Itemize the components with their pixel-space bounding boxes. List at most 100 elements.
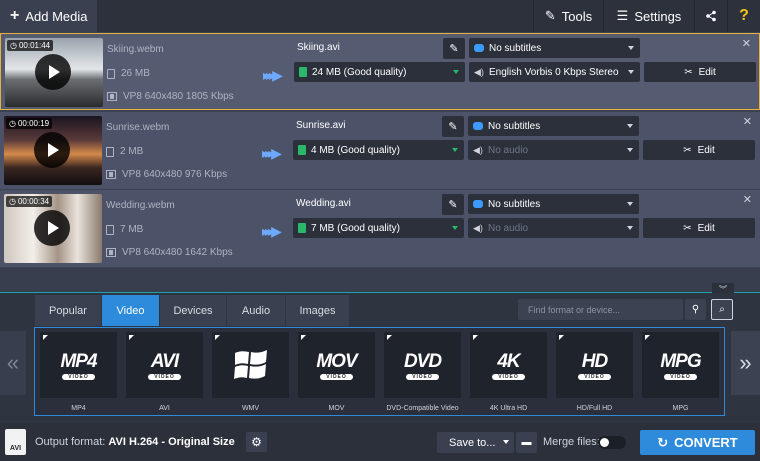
chevron-down-icon — [452, 226, 458, 230]
audio-dropdown[interactable]: ◀) English Vorbis 0 Kbps Stereo — [469, 62, 640, 82]
convert-button[interactable]: ↻ CONVERT — [640, 430, 755, 455]
file-icon — [298, 145, 306, 155]
clock-icon: ◷ — [9, 197, 16, 206]
search-icon[interactable]: ⚲ — [685, 299, 706, 320]
scroll-left-button[interactable]: « — [0, 331, 26, 395]
format-avi[interactable]: AVI VIDEO AVI — [126, 332, 203, 416]
output-filename[interactable]: Wedding.avi — [296, 198, 351, 209]
file-row-sunrise[interactable]: ◷ 00:00:19 Sunrise.webm 2 MB VP8 640x480 … — [0, 112, 760, 189]
rename-pencil-icon[interactable]: ✎ — [443, 38, 465, 59]
tab-video[interactable]: Video — [102, 295, 160, 326]
video-codec-icon — [106, 248, 116, 257]
chevron-down-icon — [452, 148, 458, 152]
output-filename[interactable]: Skiing.avi — [297, 42, 340, 53]
format-dvd[interactable]: DVD VIDEO DVD-Compatible Video — [384, 332, 461, 416]
tab-popular[interactable]: Popular — [35, 295, 102, 326]
merge-files-toggle[interactable] — [598, 436, 626, 449]
settings-label: Settings — [634, 8, 682, 24]
play-icon[interactable] — [35, 54, 71, 90]
mov-logo: MOV — [316, 350, 357, 372]
format-settings-button[interactable]: ⚙ — [246, 432, 267, 452]
format-search-input[interactable]: Find format or device... — [518, 299, 683, 320]
4k-logo: 4K — [497, 350, 520, 372]
rename-pencil-icon[interactable]: ✎ — [442, 194, 464, 215]
format-grid: MP4 VIDEO MP4 AVI VIDEO AVI WMV MOV VIDEO M… — [34, 327, 725, 416]
edit-button[interactable]: ✂ Edit — [644, 62, 756, 82]
play-icon[interactable] — [34, 210, 70, 246]
file-icon — [106, 224, 114, 235]
format-wmv[interactable]: WMV — [212, 332, 289, 416]
source-filename: Wedding.webm — [106, 200, 175, 211]
dvd-logo: DVD — [403, 350, 442, 372]
close-icon[interactable]: ✕ — [742, 37, 751, 50]
quality-dropdown[interactable]: 24 MB (Good quality) — [294, 62, 465, 82]
duration-badge: ◷ 00:00:34 — [6, 196, 53, 207]
quality-dropdown[interactable]: 7 MB (Good quality) — [293, 218, 464, 238]
format-mp4[interactable]: MP4 VIDEO MP4 — [40, 332, 117, 416]
close-icon[interactable]: ✕ — [743, 115, 752, 128]
format-mpg[interactable]: MPG VIDEO MPG — [642, 332, 719, 416]
output-format-value: AVI H.264 - Original Size — [108, 436, 235, 448]
convert-arrow-icon: ▸▸▸▶ — [263, 67, 283, 83]
file-icon — [299, 67, 307, 77]
subtitles-dropdown[interactable]: No subtitles — [468, 194, 639, 214]
speaker-icon: ◀) — [474, 67, 484, 77]
open-folder-button[interactable]: ▬ — [516, 432, 537, 453]
scroll-right-button[interactable]: » — [731, 331, 760, 395]
tab-images[interactable]: Images — [286, 295, 350, 326]
file-list-empty-area — [0, 268, 760, 293]
detect-device-icon[interactable]: ⌕ — [711, 299, 733, 320]
tools-button[interactable]: ✎ Tools — [533, 0, 603, 32]
source-size: 7 MB — [106, 224, 143, 235]
clock-icon: ◷ — [10, 41, 17, 50]
file-icon — [106, 146, 114, 157]
subtitles-icon — [473, 200, 483, 208]
chevron-down-icon — [628, 70, 634, 74]
format-label: DVD-Compatible Video — [386, 405, 459, 412]
format-4k[interactable]: 4K VIDEO 4K Ultra HD — [470, 332, 547, 416]
folder-icon: ▬ — [521, 437, 532, 448]
add-media-button[interactable]: + Add Media — [0, 0, 97, 32]
video-thumbnail[interactable]: ◷ 00:01:44 — [5, 38, 103, 107]
format-hd[interactable]: HD VIDEO HD/Full HD — [556, 332, 633, 416]
subtitles-dropdown[interactable]: No subtitles — [469, 38, 640, 58]
format-label: AVI — [159, 405, 170, 412]
chevron-down-icon — [627, 148, 633, 152]
share-button[interactable] — [694, 0, 727, 32]
source-size: 2 MB — [106, 146, 143, 157]
scissors-icon: ✂ — [683, 222, 692, 234]
help-button[interactable]: ? — [727, 0, 760, 32]
subtitles-icon — [473, 122, 483, 130]
settings-button[interactable]: ☰ Settings — [603, 0, 694, 32]
play-icon[interactable] — [34, 132, 70, 168]
edit-button[interactable]: ✂ Edit — [643, 140, 755, 160]
quality-dropdown[interactable]: 4 MB (Good quality) — [293, 140, 464, 160]
top-toolbar: + Add Media ✎ Tools ☰ Settings ? — [0, 0, 760, 32]
file-row-wedding[interactable]: ◷ 00:00:34 Wedding.webm 7 MB VP8 640x480 … — [0, 190, 760, 267]
video-thumbnail[interactable]: ◷ 00:00:19 — [4, 116, 102, 185]
chevron-down-icon — [628, 46, 634, 50]
windows-logo-icon — [233, 350, 267, 379]
source-filename: Sunrise.webm — [106, 122, 170, 133]
format-label: WMV — [241, 405, 260, 412]
speaker-icon: ◀) — [473, 145, 483, 155]
subtitles-dropdown[interactable]: No subtitles — [468, 116, 639, 136]
chevron-down-icon — [627, 226, 633, 230]
output-format-icon: AVI — [5, 429, 26, 455]
scissors-icon: ✂ — [684, 66, 693, 78]
file-row-skiing[interactable]: ◷ 00:01:44 Skiing.webm 26 MB VP8 640x480 … — [0, 33, 760, 110]
video-thumbnail[interactable]: ◷ 00:00:34 — [4, 194, 102, 263]
edit-button[interactable]: ✂ Edit — [643, 218, 755, 238]
status-bar: AVI Output format: AVI H.264 - Original … — [0, 423, 760, 461]
hd-logo: HD — [581, 350, 608, 372]
save-to-button[interactable]: Save to... — [437, 432, 514, 453]
close-icon[interactable]: ✕ — [743, 193, 752, 206]
tab-devices[interactable]: Devices — [160, 295, 227, 326]
mpg-logo: MPG — [660, 350, 701, 372]
rename-pencil-icon[interactable]: ✎ — [442, 116, 464, 137]
output-filename[interactable]: Sunrise.avi — [296, 120, 345, 131]
tab-audio[interactable]: Audio — [227, 295, 286, 326]
audio-dropdown: ◀) No audio — [468, 218, 639, 238]
chevron-down-icon — [627, 124, 633, 128]
format-mov[interactable]: MOV VIDEO MOV — [298, 332, 375, 416]
